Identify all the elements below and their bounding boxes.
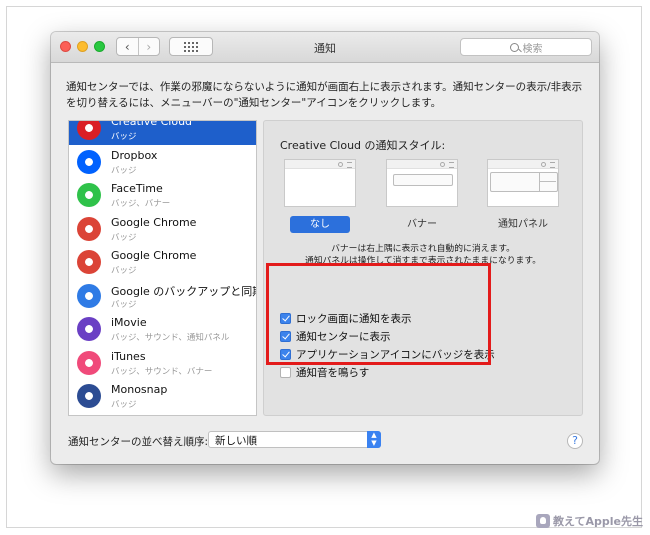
app-name: FaceTime xyxy=(111,182,163,195)
search-placeholder: 検索 xyxy=(522,43,543,55)
app-list-item[interactable]: Creative Cloud バッジ xyxy=(69,120,256,145)
app-list-item[interactable]: Dropbox バッジ xyxy=(69,145,256,179)
search-field[interactable]: 検索 xyxy=(460,38,592,56)
app-notification-summary: バッジ xyxy=(111,400,137,410)
app-list-item[interactable]: Monosnap バッジ xyxy=(69,379,256,413)
style-label-alert[interactable]: 通知パネル xyxy=(478,216,568,233)
app-notification-summary: バッジ xyxy=(111,132,137,142)
sort-order-label: 通知センターの並べ替え順序: xyxy=(68,436,209,448)
app-notification-summary: バッジ、サウンド、バナー xyxy=(111,366,213,377)
dropbox-icon xyxy=(77,149,101,174)
chrome-icon xyxy=(77,216,101,241)
app-name: iMovie xyxy=(111,316,147,329)
app-list[interactable]: Creative Cloud バッジ Dropbox バッジ FaceTime バッジ、バ… xyxy=(68,120,257,416)
sort-order-value: 新しい順 xyxy=(215,435,257,447)
app-notification-summary: バッジ xyxy=(111,266,137,276)
app-name: Google Chrome xyxy=(111,215,197,229)
itunes-icon xyxy=(77,350,101,375)
apple-logo-icon xyxy=(536,514,551,528)
title-bar: ‹ › 通知 検索 xyxy=(51,32,599,63)
app-name: Creative Cloud xyxy=(111,120,193,128)
highlight-box xyxy=(266,263,491,365)
app-name: Dropbox xyxy=(111,148,158,162)
app-notification-summary: バッジ、バナー xyxy=(111,199,171,209)
option-checkbox[interactable]: 通知音を鳴らす xyxy=(280,365,520,381)
creative-cloud-icon xyxy=(77,121,101,140)
app-list-item[interactable]: iMovie バッジ、サウンド、通知パネル xyxy=(69,312,256,346)
app-notification-summary: バッジ、サウンド、通知パネル xyxy=(111,333,230,343)
app-list-item[interactable]: Google Chrome バッジ xyxy=(69,212,256,246)
style-label-none[interactable]: なし xyxy=(290,216,350,233)
app-list-item[interactable]: iTunes バッジ、サウンド、バナー xyxy=(69,346,256,380)
select-arrows-icon: ▲ ▼ xyxy=(367,431,381,448)
app-list-item[interactable]: Google のバックアップと同期 バッジ xyxy=(69,279,256,313)
app-notification-summary: バッジ xyxy=(111,232,137,243)
style-banner-thumbnail[interactable] xyxy=(386,159,458,207)
watermark-text: 教えてApple先生 xyxy=(553,515,643,528)
option-label: 通知音を鳴らす xyxy=(296,367,370,379)
app-notification-summary: バッジ xyxy=(111,165,137,176)
app-name: Monosnap xyxy=(111,383,168,396)
empty-checkbox-icon[interactable] xyxy=(280,367,291,378)
style-note-line1: バナーは右上隅に表示され自動的に消えます。 xyxy=(331,244,515,254)
description-text: 通知センターでは、作業の邪魔にならないように通知が画面右上に表示されます。通知セ… xyxy=(66,81,583,109)
monosnap-icon xyxy=(77,384,101,408)
app-notification-summary: バッジ xyxy=(111,299,137,310)
app-name: Google Chrome xyxy=(111,249,197,262)
style-alert-thumbnail[interactable] xyxy=(487,159,559,207)
sort-order-select[interactable]: 新しい順 ▲ ▼ xyxy=(208,431,381,448)
app-name: Google のバックアップと同期 xyxy=(111,284,257,298)
app-list-item[interactable]: Google Chrome バッジ xyxy=(69,245,256,279)
notifications-window: ‹ › 通知 検索 通知センターでは、作業の邪魔にならないように通知が画面右上に… xyxy=(51,32,599,464)
chrome-icon xyxy=(77,250,101,274)
imovie-icon xyxy=(77,317,101,341)
style-label-banner[interactable]: バナー xyxy=(377,216,467,233)
app-name: iTunes xyxy=(111,349,146,363)
search-icon xyxy=(509,42,519,52)
backup-sync-icon xyxy=(77,283,101,308)
app-list-item[interactable]: FaceTime バッジ、バナー xyxy=(69,178,256,212)
help-button[interactable]: ? xyxy=(567,433,583,449)
style-panel-title: Creative Cloud の通知スタイル: xyxy=(280,139,446,152)
facetime-icon xyxy=(77,183,101,207)
style-none-thumbnail[interactable] xyxy=(284,159,356,207)
watermark: 教えてApple先生 xyxy=(536,513,643,529)
